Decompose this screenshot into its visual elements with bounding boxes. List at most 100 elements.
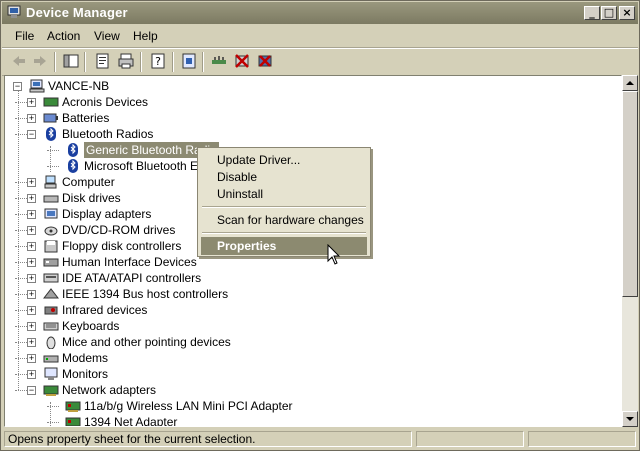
- keyboard-icon: [43, 322, 59, 331]
- expand-toggle[interactable]: +: [27, 114, 36, 123]
- menu-action[interactable]: Action: [47, 29, 80, 43]
- network-card-icon: [65, 417, 81, 426]
- menu-scan-hardware[interactable]: Scan for hardware changes: [201, 211, 367, 229]
- collapse-toggle[interactable]: −: [27, 130, 36, 139]
- hid-icon: [43, 258, 59, 267]
- help-icon[interactable]: ?: [149, 52, 167, 70]
- status-pane-3: [528, 431, 636, 447]
- vertical-scrollbar[interactable]: [622, 75, 638, 427]
- scroll-thumb[interactable]: [622, 91, 638, 297]
- scroll-down-arrow-icon: [626, 417, 634, 421]
- tree-item-label: Display adapters: [62, 207, 152, 221]
- monitor-icon: [44, 367, 58, 380]
- expand-toggle[interactable]: +: [27, 258, 36, 267]
- menu-update-driver[interactable]: Update Driver...: [201, 151, 367, 169]
- modem-icon: [43, 355, 59, 363]
- close-button[interactable]: ×: [619, 6, 635, 20]
- tree-root-label: VANCE-NB: [48, 79, 110, 93]
- tree-item-label: Monitors: [62, 367, 109, 381]
- mouse-icon: [46, 336, 56, 349]
- tree-item-label: Modems: [62, 351, 109, 365]
- tree-item-label: DVD/CD-ROM drives: [62, 223, 176, 237]
- scroll-down-button[interactable]: [622, 411, 638, 427]
- tree-item-label: IEEE 1394 Bus host controllers: [62, 287, 229, 301]
- menu-separator: [202, 206, 366, 208]
- toolbar: ?: [2, 48, 638, 76]
- toolbar-separator: [140, 52, 142, 72]
- window-title: Device Manager: [26, 5, 128, 20]
- tree-item-label: Floppy disk controllers: [62, 239, 182, 253]
- status-bar: Opens property sheet for the current sel…: [2, 429, 638, 449]
- menu-bar: File Action View Help: [2, 25, 638, 48]
- minimize-button[interactable]: _: [584, 6, 600, 20]
- tree-line: [47, 166, 59, 168]
- status-text: Opens property sheet for the current sel…: [4, 431, 412, 447]
- print-icon[interactable]: [117, 52, 135, 70]
- menu-file[interactable]: File: [15, 29, 34, 43]
- menu-properties[interactable]: Properties: [201, 237, 367, 255]
- expand-toggle[interactable]: +: [27, 226, 36, 235]
- expand-toggle[interactable]: +: [27, 242, 36, 251]
- ide-controller-icon: [43, 273, 59, 283]
- update-driver-icon[interactable]: [180, 52, 198, 70]
- properties-icon[interactable]: [94, 52, 112, 70]
- title-bar[interactable]: Device Manager _ □ ×: [2, 2, 638, 24]
- scan-hardware-icon[interactable]: [210, 52, 228, 70]
- disable-device-icon[interactable]: [233, 52, 251, 70]
- tree-item-label: Infrared devices: [62, 303, 148, 317]
- tree-item-label: Human Interface Devices: [62, 255, 197, 269]
- mouse-cursor-icon: [327, 244, 341, 265]
- tree-line: [47, 422, 59, 424]
- tree-item-label: Bluetooth Radios: [62, 127, 154, 141]
- menu-separator: [202, 232, 366, 234]
- uninstall-device-icon[interactable]: [256, 52, 274, 70]
- computer-icon: [44, 175, 57, 189]
- tree-root[interactable]: − VANCE-NB: [9, 78, 209, 94]
- ieee1394-icon: [43, 288, 59, 299]
- expand-toggle[interactable]: +: [27, 338, 36, 347]
- collapse-toggle[interactable]: −: [27, 386, 36, 395]
- tree-item-label: Computer: [62, 175, 115, 189]
- maximize-button[interactable]: □: [601, 6, 617, 20]
- collapse-toggle[interactable]: −: [13, 82, 22, 91]
- expand-toggle[interactable]: +: [27, 98, 36, 107]
- bluetooth-icon: [46, 127, 56, 141]
- expand-toggle[interactable]: +: [27, 322, 36, 331]
- menu-disable[interactable]: Disable: [201, 168, 367, 186]
- menu-view[interactable]: View: [94, 29, 120, 43]
- display-adapter-icon: [44, 208, 58, 219]
- menu-uninstall[interactable]: Uninstall: [201, 185, 367, 203]
- network-card-icon: [65, 401, 81, 412]
- bluetooth-icon: [68, 159, 78, 173]
- bluetooth-icon: [68, 143, 78, 157]
- scroll-up-arrow-icon: [626, 81, 634, 85]
- expand-toggle[interactable]: +: [27, 178, 36, 187]
- tree-item-label: Batteries: [62, 111, 110, 125]
- tree-item-label: Keyboards: [62, 319, 120, 333]
- toolbar-separator: [84, 52, 86, 72]
- device-manager-icon: [7, 5, 21, 18]
- back-arrow-icon[interactable]: [10, 52, 28, 70]
- network-adapter-icon: [43, 385, 59, 396]
- device-manager-window: Device Manager _ □ × File Action View He…: [0, 0, 640, 451]
- tree-line: [47, 150, 59, 152]
- floppy-icon: [44, 240, 58, 253]
- expand-toggle[interactable]: +: [27, 194, 36, 203]
- expand-toggle[interactable]: +: [27, 210, 36, 219]
- expand-toggle[interactable]: +: [27, 274, 36, 283]
- expand-toggle[interactable]: +: [27, 354, 36, 363]
- computer-icon: [29, 79, 45, 93]
- infrared-icon: [44, 306, 58, 315]
- menu-help[interactable]: Help: [133, 29, 158, 43]
- tree-item-label: 1394 Net Adapter: [84, 415, 178, 427]
- generic-device-icon: [43, 97, 59, 107]
- battery-icon: [43, 113, 58, 123]
- show-hide-tree-icon[interactable]: [62, 52, 80, 70]
- status-pane-2: [416, 431, 524, 447]
- expand-toggle[interactable]: +: [27, 370, 36, 379]
- scroll-up-button[interactable]: [622, 75, 638, 91]
- expand-toggle[interactable]: +: [27, 306, 36, 315]
- toolbar-separator: [172, 52, 174, 72]
- expand-toggle[interactable]: +: [27, 290, 36, 299]
- forward-arrow-icon[interactable]: [31, 52, 49, 70]
